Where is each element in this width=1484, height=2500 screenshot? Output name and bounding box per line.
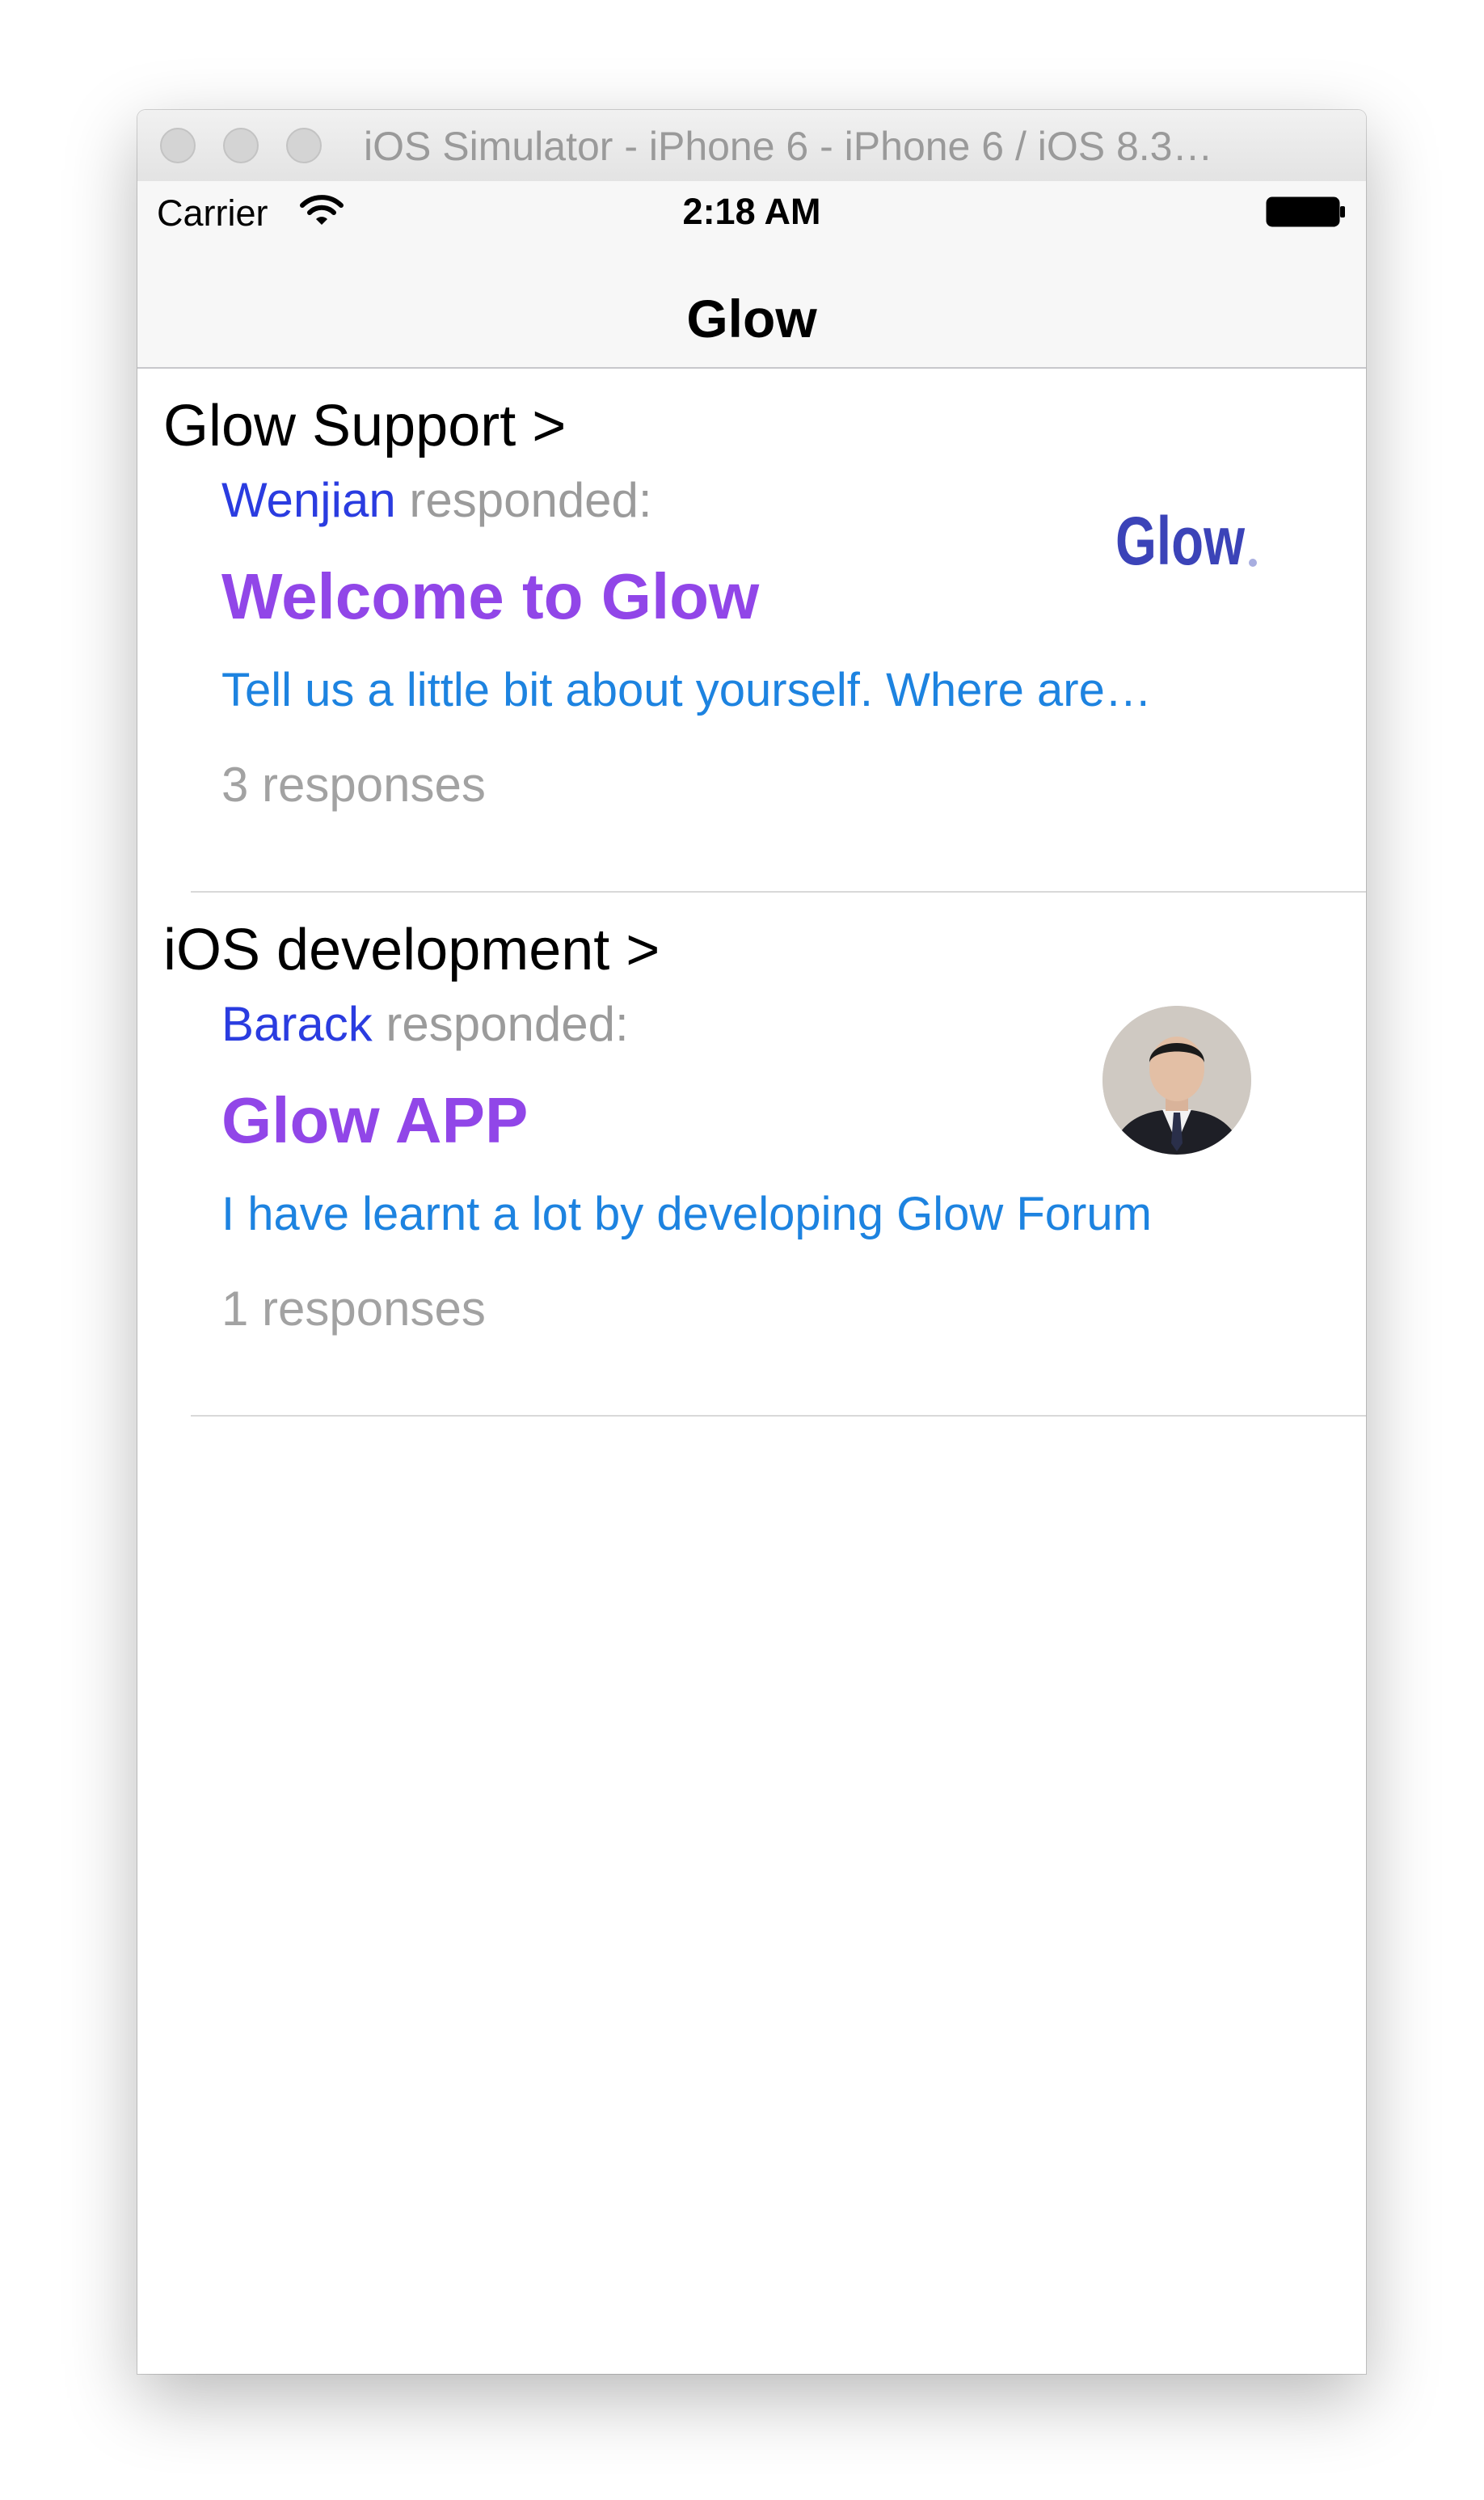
response-count: 3 responses bbox=[221, 758, 486, 812]
status-bar: Carrier 2:18 AM bbox=[137, 181, 1366, 246]
responded-label: responded: bbox=[372, 997, 629, 1051]
responder-name[interactable]: Barack bbox=[221, 997, 373, 1051]
status-time: 2:18 AM bbox=[682, 191, 821, 232]
group-link[interactable]: iOS development > bbox=[163, 917, 660, 983]
person-avatar-icon bbox=[1102, 1006, 1251, 1155]
page-title: Glow bbox=[686, 289, 817, 348]
responded-label: responded: bbox=[395, 473, 652, 527]
simulator-window: iOS Simulator - iPhone 6 - iPhone 6 / iO… bbox=[137, 110, 1366, 2374]
navigation-bar: Glow bbox=[137, 246, 1366, 369]
avatar[interactable] bbox=[1102, 1006, 1251, 1155]
topic-snippet: I have learnt a lot by developing Glow F… bbox=[221, 1188, 1152, 1240]
topic-cell-welcome[interactable]: Glow Support > Wenjian responded: Welcom… bbox=[137, 369, 1366, 893]
zoom-window-button[interactable] bbox=[286, 128, 322, 163]
empty-row-separator bbox=[191, 1415, 1366, 1417]
window-titlebar: iOS Simulator - iPhone 6 - iPhone 6 / iO… bbox=[137, 110, 1366, 182]
responded-line: Wenjian responded: bbox=[221, 472, 652, 528]
topic-cell-glow-app[interactable]: iOS development > Barack responded: Glow… bbox=[137, 893, 1366, 1417]
response-count: 1 responses bbox=[221, 1282, 486, 1336]
topic-title[interactable]: Welcome to Glow bbox=[221, 560, 759, 634]
glow-logo-text: Glow bbox=[1115, 503, 1246, 579]
close-window-button[interactable] bbox=[160, 128, 196, 163]
group-link[interactable]: Glow Support > bbox=[163, 393, 566, 459]
responder-name[interactable]: Wenjian bbox=[221, 473, 396, 527]
responded-line: Barack responded: bbox=[221, 996, 629, 1052]
window-title: iOS Simulator - iPhone 6 - iPhone 6 / iO… bbox=[364, 124, 1213, 169]
minimize-window-button[interactable] bbox=[223, 128, 259, 163]
topic-title[interactable]: Glow APP bbox=[221, 1083, 528, 1158]
topic-list: Glow Support > Wenjian responded: Welcom… bbox=[137, 369, 1366, 2374]
battery-icon bbox=[1266, 196, 1345, 227]
glow-logo-thumbnail: Glow bbox=[1115, 503, 1257, 579]
topic-snippet: Tell us a little bit about yourself. Whe… bbox=[221, 664, 1152, 716]
